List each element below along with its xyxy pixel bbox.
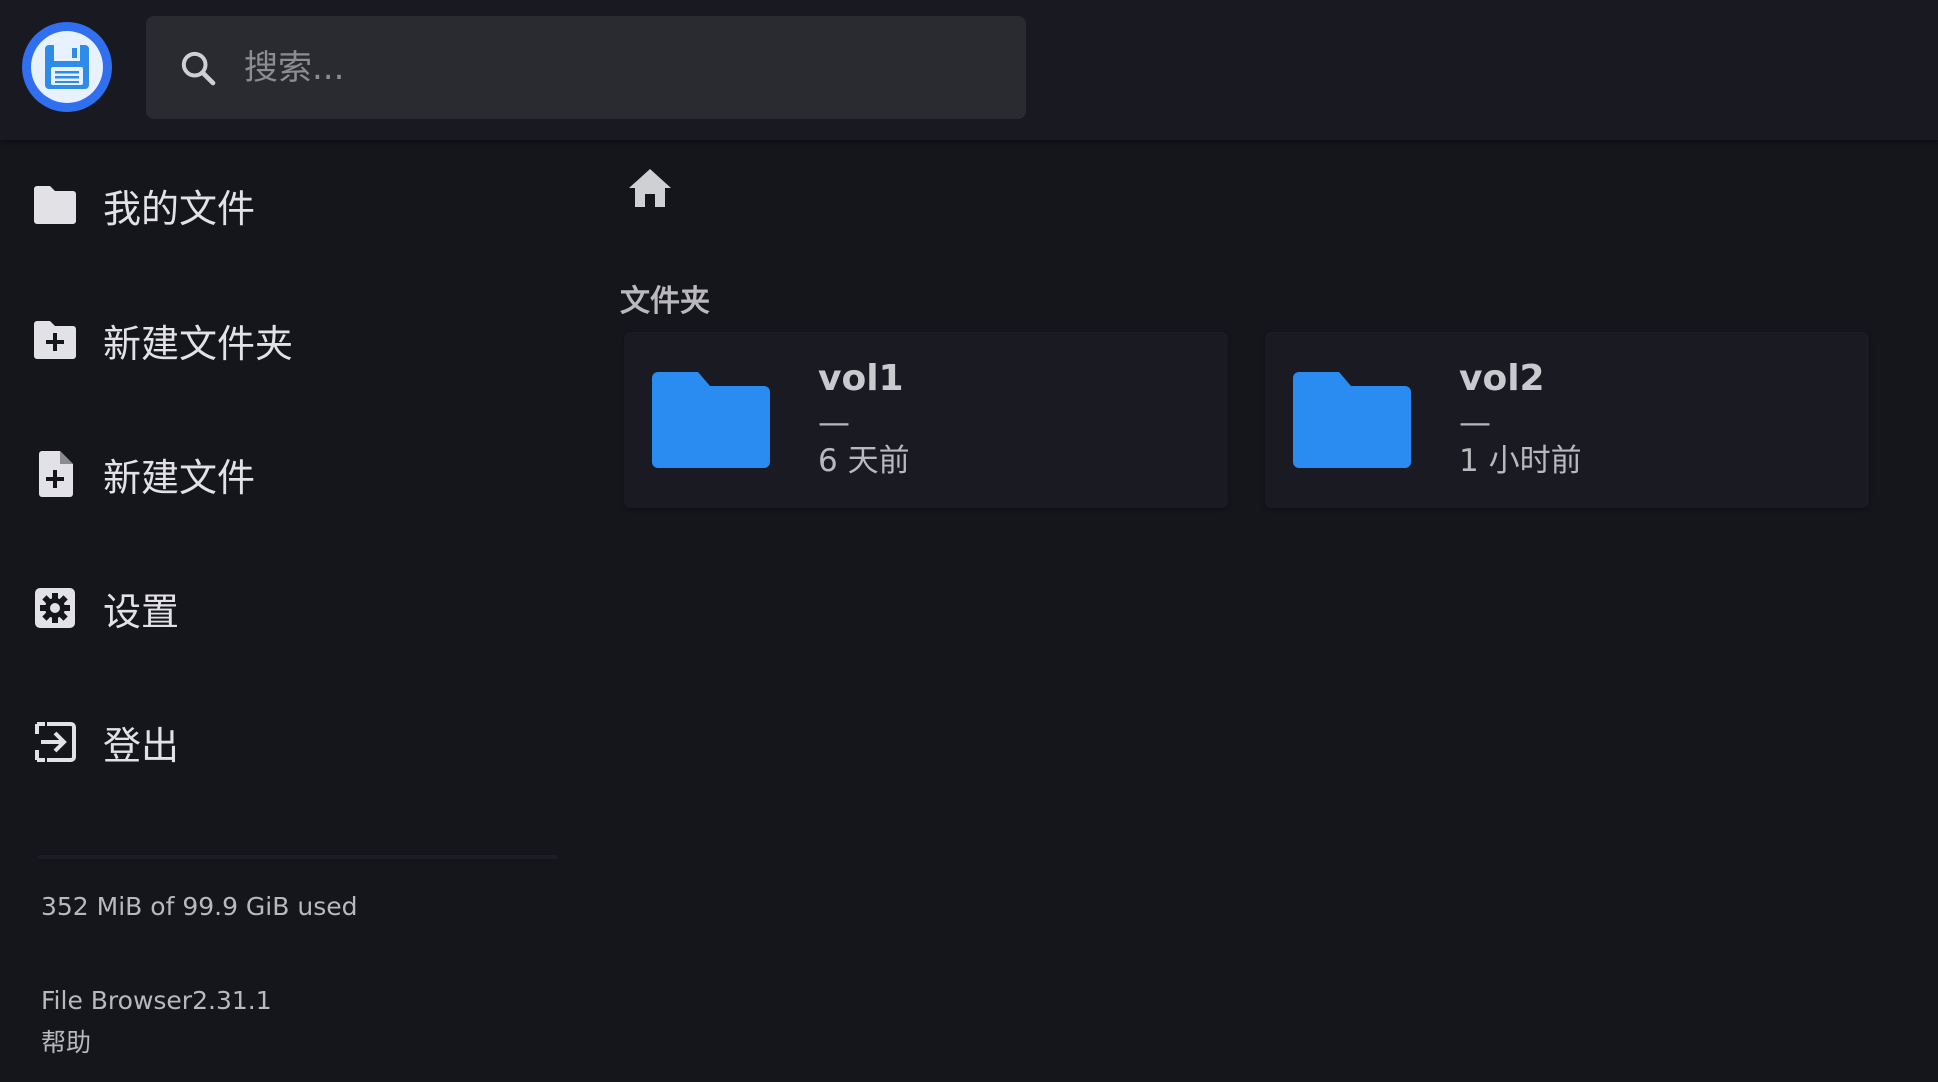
sidebar-item-label: 我的文件 (103, 186, 256, 231)
folder-modified: 1 小时前 (1459, 443, 1582, 479)
section-title-folders: 文件夹 (620, 284, 710, 319)
sidebar-item-new-folder[interactable]: 新建文件夹 (0, 290, 560, 390)
app-header (0, 0, 1938, 140)
app-version: File Browser2.31.1 (41, 986, 272, 1015)
settings-icon (31, 584, 79, 632)
folder-icon (652, 372, 770, 468)
home-icon[interactable] (624, 162, 676, 214)
sidebar-item-new-file[interactable]: 新建文件 (0, 424, 560, 524)
folder-card[interactable]: vol1 — 6 天前 (624, 332, 1228, 508)
file-listing: 文件夹 vol1 — 6 天前 vol2 — 1 小时前 (580, 140, 1938, 1082)
folder-modified: 6 天前 (818, 443, 910, 479)
folder-icon (31, 181, 79, 229)
folder-size: — (1459, 403, 1491, 441)
search-icon (176, 46, 220, 90)
sidebar-item-settings[interactable]: 设置 (0, 558, 560, 658)
folder-icon (1293, 372, 1411, 468)
storage-usage: 352 MiB of 99.9 GiB used (41, 892, 358, 921)
help-link[interactable]: 帮助 (41, 1023, 91, 1059)
logout-icon (31, 718, 79, 766)
sidebar-item-label: 设置 (103, 589, 180, 634)
floppy-disk-icon (31, 31, 103, 103)
sidebar: 我的文件 新建文件夹 新建文件 设置 登出 352 MiB of 99.9 Gi… (0, 140, 580, 1082)
sidebar-divider (38, 855, 558, 859)
sidebar-item-logout[interactable]: 登出 (0, 692, 560, 792)
folder-name: vol2 (1459, 358, 1545, 399)
sidebar-item-label: 新建文件夹 (103, 321, 294, 366)
search-input[interactable] (242, 46, 1002, 89)
folder-card[interactable]: vol2 — 1 小时前 (1265, 332, 1869, 508)
folder-size: — (818, 403, 850, 441)
sidebar-item-label: 新建文件 (103, 455, 256, 500)
sidebar-item-my-files[interactable]: 我的文件 (0, 155, 560, 255)
sidebar-item-label: 登出 (103, 723, 180, 768)
folder-name: vol1 (818, 358, 904, 399)
new-file-icon (31, 450, 79, 498)
app-logo[interactable] (22, 22, 112, 112)
search-bar[interactable] (146, 16, 1026, 119)
create-folder-icon (31, 316, 79, 364)
